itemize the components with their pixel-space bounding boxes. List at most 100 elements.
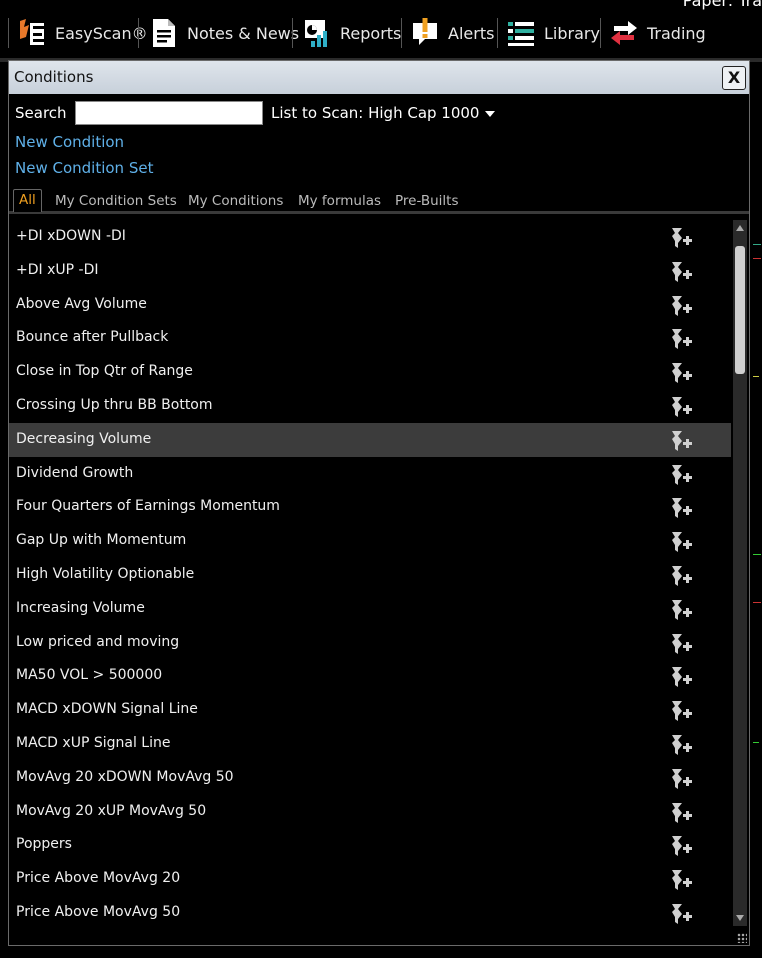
add-condition-icon[interactable] (669, 497, 693, 519)
list-item[interactable]: Price Above MovAvg 50 (9, 896, 731, 930)
search-input[interactable] (74, 101, 263, 125)
list-item[interactable]: Poppers (9, 828, 731, 862)
chart-line (753, 554, 761, 555)
add-condition-icon[interactable] (669, 666, 693, 688)
list-item[interactable]: MACD xUP Signal Line (9, 727, 731, 761)
list-item[interactable]: High Volatility Optionable (9, 558, 731, 592)
add-condition-icon[interactable] (669, 227, 693, 249)
close-button[interactable]: X (722, 66, 746, 90)
toolbar-trading-button[interactable]: Trading (610, 14, 706, 52)
toolbar-separator (8, 18, 9, 48)
resize-grip-icon[interactable] (737, 933, 747, 943)
tab-my-conditions[interactable]: My Conditions (188, 191, 283, 211)
new-condition-link[interactable]: New Condition (15, 133, 124, 151)
list-to-scan-dropdown[interactable]: List to Scan: High Cap 1000 (271, 101, 496, 125)
toolbar-reports-button[interactable]: Reports (303, 14, 401, 52)
add-condition-icon[interactable] (669, 295, 693, 317)
background-panel-left (0, 62, 8, 958)
toolbar-alerts-label: Alerts (448, 23, 495, 43)
list-item[interactable]: MovAvg 20 xDOWN MovAvg 50 (9, 761, 731, 795)
condition-name: MA50 VOL > 500000 (16, 667, 163, 684)
scroll-down-icon[interactable] (736, 915, 744, 921)
list-item[interactable]: Four Quarters of Earnings Momentum (9, 490, 731, 524)
list-item[interactable]: Price Above MovAvg 20 (9, 862, 731, 896)
toolbar-easyscan-button[interactable]: EasyScan® (18, 14, 148, 52)
condition-name: +DI xUP -DI (16, 261, 99, 278)
toolbar-library-button[interactable]: Library (507, 14, 600, 52)
condition-name: MACD xUP Signal Line (16, 734, 171, 751)
list-scrollbar[interactable] (733, 220, 747, 926)
list-item[interactable]: Bounce after Pullback (9, 321, 731, 355)
main-toolbar: Paper: Tra EasyScan® Notes & News Report… (0, 0, 762, 62)
toolbar-separator (600, 18, 601, 48)
tab-pre-builts[interactable]: Pre-Builts (395, 191, 459, 211)
trading-icon (611, 21, 637, 45)
add-condition-icon[interactable] (669, 328, 693, 350)
condition-name: Four Quarters of Earnings Momentum (16, 498, 280, 515)
add-condition-icon[interactable] (669, 835, 693, 857)
add-condition-icon[interactable] (669, 362, 693, 384)
alerts-icon (413, 18, 437, 45)
condition-name: Low priced and moving (16, 633, 180, 650)
list-item[interactable]: Gap Up with Momentum (9, 524, 731, 558)
toolbar-notes-label: Notes & News (187, 23, 300, 43)
add-condition-icon[interactable] (669, 531, 693, 553)
add-condition-icon[interactable] (669, 869, 693, 891)
add-condition-icon[interactable] (669, 599, 693, 621)
background-chart-strip (751, 62, 762, 958)
tab-all[interactable]: All (13, 189, 42, 212)
list-item[interactable]: Above Avg Volume (9, 288, 731, 322)
add-condition-icon[interactable] (669, 633, 693, 655)
add-condition-icon[interactable] (669, 565, 693, 587)
list-item[interactable]: Dividend Growth (9, 457, 731, 491)
condition-name: High Volatility Optionable (16, 565, 195, 582)
scroll-up-icon[interactable] (736, 225, 744, 231)
list-item[interactable]: Low priced and moving (9, 626, 731, 660)
toolbar-separator (401, 18, 402, 48)
tab-my-formulas[interactable]: My formulas (298, 191, 381, 211)
scrollbar-thumb[interactable] (735, 246, 745, 374)
chart-line (753, 376, 759, 377)
tab-my-condition-sets[interactable]: My Condition Sets (55, 191, 177, 211)
condition-name: MovAvg 20 xUP MovAvg 50 (16, 802, 207, 819)
list-item[interactable]: Decreasing Volume (9, 422, 731, 457)
add-condition-icon[interactable] (669, 768, 693, 790)
list-item[interactable]: Close in Top Qtr of Range (9, 355, 731, 389)
list-to-scan-label: List to Scan: High Cap 1000 (271, 104, 480, 122)
chart-line (753, 602, 761, 603)
condition-name: Poppers (16, 836, 72, 853)
add-condition-icon[interactable] (669, 430, 693, 452)
list-item[interactable]: MACD xDOWN Signal Line (9, 693, 731, 727)
toolbar-alerts-button[interactable]: Alerts (411, 14, 494, 52)
condition-name: Gap Up with Momentum (16, 532, 187, 549)
toolbar-notes-button[interactable]: Notes & News (150, 14, 299, 52)
reports-icon (305, 20, 327, 47)
add-condition-icon[interactable] (669, 261, 693, 283)
list-item[interactable]: MovAvg 20 xUP MovAvg 50 (9, 795, 731, 829)
add-condition-icon[interactable] (669, 464, 693, 486)
condition-name: Price Above MovAvg 50 (16, 903, 181, 920)
toolbar-trading-label: Trading (647, 23, 706, 43)
condition-name: Decreasing Volume (16, 430, 152, 447)
list-item[interactable]: Crossing Up thru BB Bottom (9, 389, 731, 423)
new-condition-set-link[interactable]: New Condition Set (15, 159, 153, 177)
condition-name: +DI xDOWN -DI (16, 228, 126, 244)
list-item[interactable]: MA50 VOL > 500000 (9, 659, 731, 693)
list-item[interactable]: +DI xUP -DI (9, 254, 731, 288)
chart-line (753, 244, 761, 245)
add-condition-icon[interactable] (669, 802, 693, 824)
list-item[interactable]: +DI xDOWN -DI (9, 220, 731, 254)
condition-name: Crossing Up thru BB Bottom (16, 396, 213, 413)
list-item[interactable]: Increasing Volume (9, 592, 731, 626)
add-condition-icon[interactable] (669, 396, 693, 418)
conditions-list: +DI xDOWN -DI +DI xUP -DI Above Avg Volume… (9, 220, 731, 942)
add-condition-icon[interactable] (669, 700, 693, 722)
dialog-title: Conditions (14, 68, 94, 86)
add-condition-icon[interactable] (669, 903, 693, 925)
condition-name: MovAvg 20 xDOWN MovAvg 50 (16, 768, 234, 785)
dialog-titlebar[interactable]: Conditions X (9, 61, 749, 94)
add-condition-icon[interactable] (669, 734, 693, 756)
condition-name: Close in Top Qtr of Range (16, 363, 193, 380)
chart-line (753, 742, 759, 743)
toolbar-easyscan-label: EasyScan® (55, 23, 148, 43)
